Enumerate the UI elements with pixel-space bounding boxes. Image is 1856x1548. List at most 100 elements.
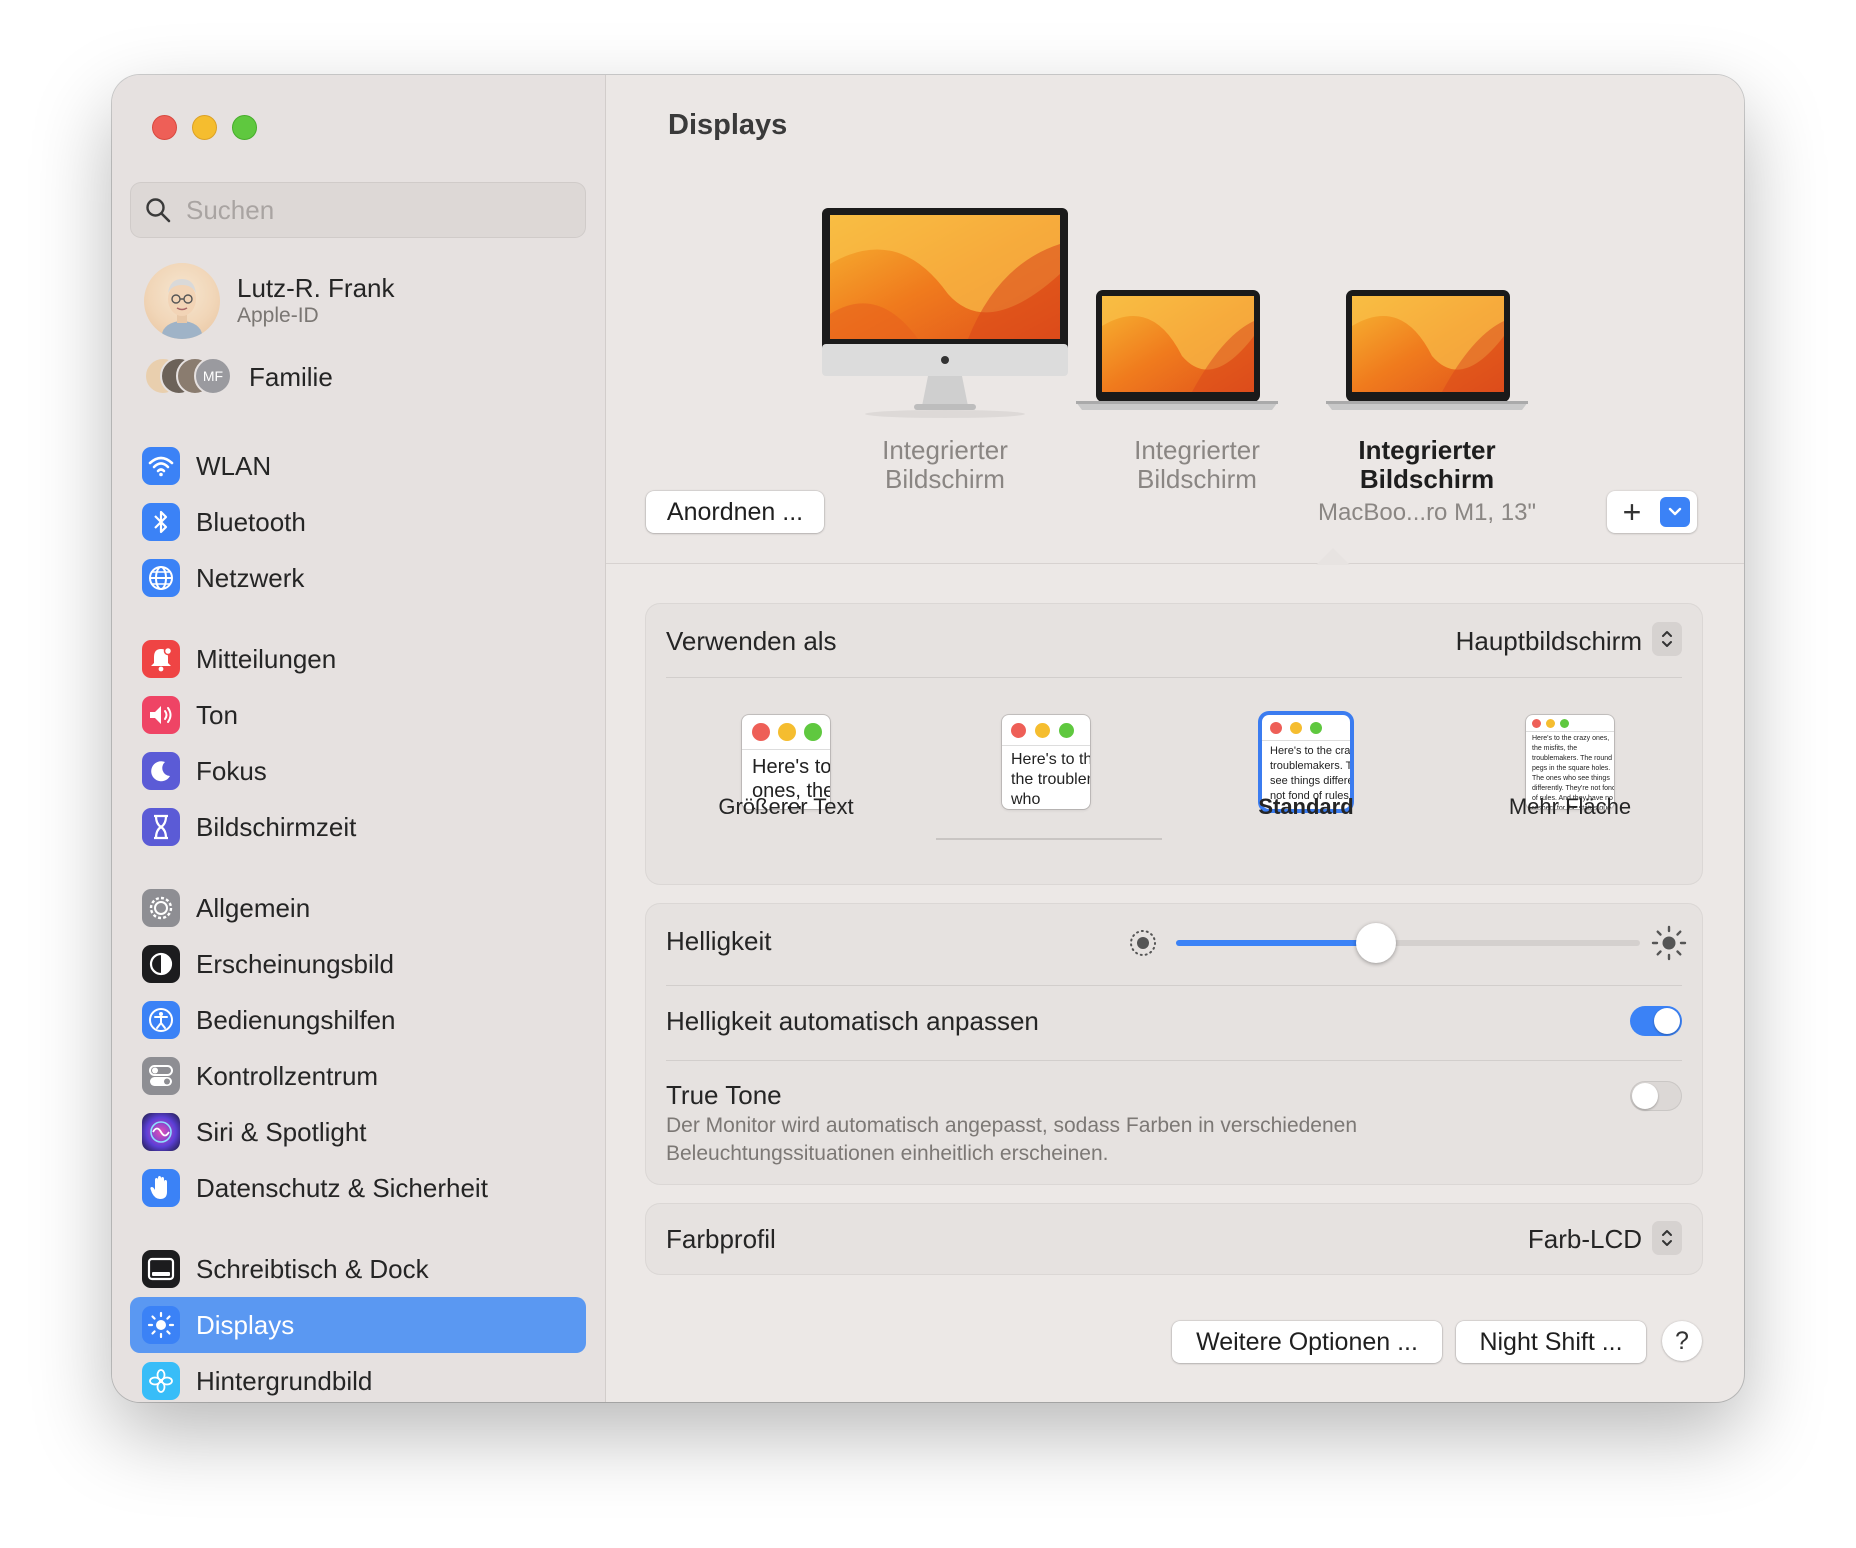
sidebar-item-siri-spotlight[interactable]: Siri & Spotlight — [130, 1104, 586, 1160]
minimize-button[interactable] — [192, 115, 217, 140]
resolution-spacer-line — [936, 838, 1162, 840]
display-label-line: Bildschirm — [1137, 464, 1257, 494]
macbook-display-2[interactable] — [1322, 286, 1532, 416]
speaker-icon — [142, 696, 180, 734]
true-tone-label: True Tone — [666, 1080, 782, 1110]
flower-icon — [142, 1362, 180, 1400]
help-button[interactable]: ? — [1662, 1321, 1702, 1361]
resolution-sample-text: Here's to the crazy ones, the troublemak… — [1011, 751, 1090, 808]
sidebar-item-label: WLAN — [196, 450, 272, 481]
sidebar-item-schreibtisch-dock[interactable]: Schreibtisch & Dock — [130, 1241, 586, 1297]
chevron-down-icon[interactable] — [1660, 497, 1690, 527]
true-tone-description-line2: Beleuchtungssituationen einheitlich ersc… — [666, 1142, 1109, 1165]
sidebar-item-label: Schreibtisch & Dock — [196, 1253, 429, 1284]
sidebar-item-label: Kontrollzentrum — [196, 1060, 379, 1091]
search-field[interactable] — [130, 182, 586, 238]
color-profile-value[interactable]: Farb-LCD — [1528, 1224, 1642, 1255]
hourglass-icon — [142, 808, 180, 846]
sidebar-item-mitteilungen[interactable]: Mitteilungen — [130, 631, 586, 687]
divider — [666, 677, 1682, 678]
divider — [666, 1060, 1682, 1061]
sidebar-item-label: Fokus — [196, 755, 267, 786]
display-label-line: Bildschirm — [885, 464, 1005, 494]
zoom-button[interactable] — [232, 115, 257, 140]
sidebar-item-label: Mitteilungen — [196, 643, 337, 674]
imac-display[interactable] — [818, 204, 1072, 420]
family-label: Familie — [249, 361, 333, 392]
display-arrangement-area: Displays Integrierter Bildschirm Integri… — [606, 75, 1744, 565]
sidebar-item-bluetooth[interactable]: Bluetooth — [130, 494, 586, 550]
more-options-button[interactable]: Weitere Optionen ... — [1172, 1321, 1442, 1363]
window-dots — [1532, 719, 1569, 728]
true-tone-description-line1: Der Monitor wird automatisch angepasst, … — [666, 1114, 1358, 1137]
resolution-label: Größerer Text — [718, 794, 854, 819]
page-title: Displays — [668, 109, 788, 141]
hand-icon — [142, 1169, 180, 1207]
resolution-label: Mehr Fläche — [1508, 794, 1632, 819]
sidebar-item-kontrollzentrum[interactable]: Kontrollzentrum — [130, 1048, 586, 1104]
sidebar-item-label: Ton — [196, 699, 238, 730]
auto-brightness-toggle[interactable] — [1630, 1006, 1682, 1036]
sidebar-item-ton[interactable]: Ton — [130, 687, 586, 743]
sidebar-item-displays[interactable]: Displays — [130, 1297, 586, 1353]
resolution-option-2[interactable]: Here's to the crazy ones, the troublemak… — [1002, 715, 1090, 809]
resolution-label: Standard — [1258, 794, 1354, 819]
use-as-stepper[interactable] — [1652, 622, 1682, 656]
color-profile-card: Farbprofil Farb-LCD — [646, 1204, 1702, 1274]
selection-pointer — [1316, 548, 1350, 565]
display-label-line: Integrierter — [1358, 435, 1496, 465]
color-profile-stepper[interactable] — [1652, 1221, 1682, 1255]
appearance-icon — [142, 945, 180, 983]
sidebar-item-bildschirmzeit[interactable]: Bildschirmzeit — [130, 799, 586, 855]
sidebar-item-hintergrundbild[interactable]: Hintergrundbild — [130, 1353, 586, 1402]
sun-small-icon — [1130, 930, 1156, 956]
sidebar-item-label: Netzwerk — [196, 562, 305, 593]
true-tone-toggle[interactable] — [1630, 1081, 1682, 1111]
display-model: MacBoo...ro M1, 13" — [1318, 499, 1536, 526]
night-shift-button[interactable]: Night Shift ... — [1456, 1321, 1646, 1363]
sidebar-item-wlan[interactable]: WLAN — [130, 438, 586, 494]
use-as-value[interactable]: Hauptbildschirm — [1456, 626, 1642, 657]
sidebar-item-netzwerk[interactable]: Netzwerk — [130, 550, 586, 606]
brightness-slider[interactable] — [1176, 923, 1640, 963]
sidebar-item-bedienungshilfen[interactable]: Bedienungshilfen — [130, 992, 586, 1048]
window-dots — [1270, 722, 1322, 734]
sidebar-item-label: Bluetooth — [196, 506, 306, 537]
auto-brightness-label: Helligkeit automatisch anpassen — [666, 1006, 1039, 1036]
sidebar-item-erscheinungsbild[interactable]: Erscheinungsbild — [130, 936, 586, 992]
search-input[interactable] — [186, 194, 566, 226]
brightness-slider-fill — [1176, 940, 1376, 946]
sidebar-item-allgemein[interactable]: Allgemein — [130, 880, 586, 936]
toggles-icon — [142, 1057, 180, 1095]
bluetooth-icon — [142, 503, 180, 541]
settings-window: Lutz-R. Frank Apple-ID MF Familie WLAN — [112, 75, 1744, 1402]
sidebar-item-fokus[interactable]: Fokus — [130, 743, 586, 799]
macbook-display-1[interactable] — [1072, 286, 1282, 416]
sidebar-item-label: Erscheinungsbild — [196, 948, 395, 979]
accessibility-icon — [142, 1001, 180, 1039]
display-label-1[interactable]: Integrierter Bildschirm — [820, 436, 1070, 494]
sun-large-icon — [1651, 925, 1687, 961]
dock-icon — [142, 1250, 180, 1288]
brightness-slider-knob[interactable] — [1356, 923, 1396, 963]
account-name: Lutz-R. Frank — [237, 273, 395, 303]
sun-icon — [142, 1306, 180, 1344]
window-dots — [1011, 723, 1074, 738]
display-label-2[interactable]: Integrierter Bildschirm — [1072, 436, 1322, 494]
add-display-button[interactable]: + — [1607, 491, 1657, 533]
family-avatar-initials: MF — [194, 357, 232, 395]
family-item[interactable]: MF Familie — [144, 357, 333, 397]
globe-icon — [142, 559, 180, 597]
brightness-card: Helligkeit Helligkeit automatisch anpass… — [646, 904, 1702, 1184]
gear-icon — [142, 889, 180, 927]
account-subtitle: Apple-ID — [237, 304, 319, 327]
traffic-lights — [152, 115, 257, 140]
display-label-3[interactable]: Integrierter Bildschirm — [1302, 436, 1552, 494]
sidebar-item-datenschutz[interactable]: Datenschutz & Sicherheit — [130, 1160, 586, 1216]
close-button[interactable] — [152, 115, 177, 140]
window-dots — [752, 723, 822, 741]
add-display-control[interactable]: + — [1607, 491, 1697, 533]
arrange-button[interactable]: Anordnen ... — [646, 491, 824, 533]
apple-id-account[interactable]: Lutz-R. Frank Apple-ID — [144, 263, 395, 339]
moon-icon — [142, 752, 180, 790]
